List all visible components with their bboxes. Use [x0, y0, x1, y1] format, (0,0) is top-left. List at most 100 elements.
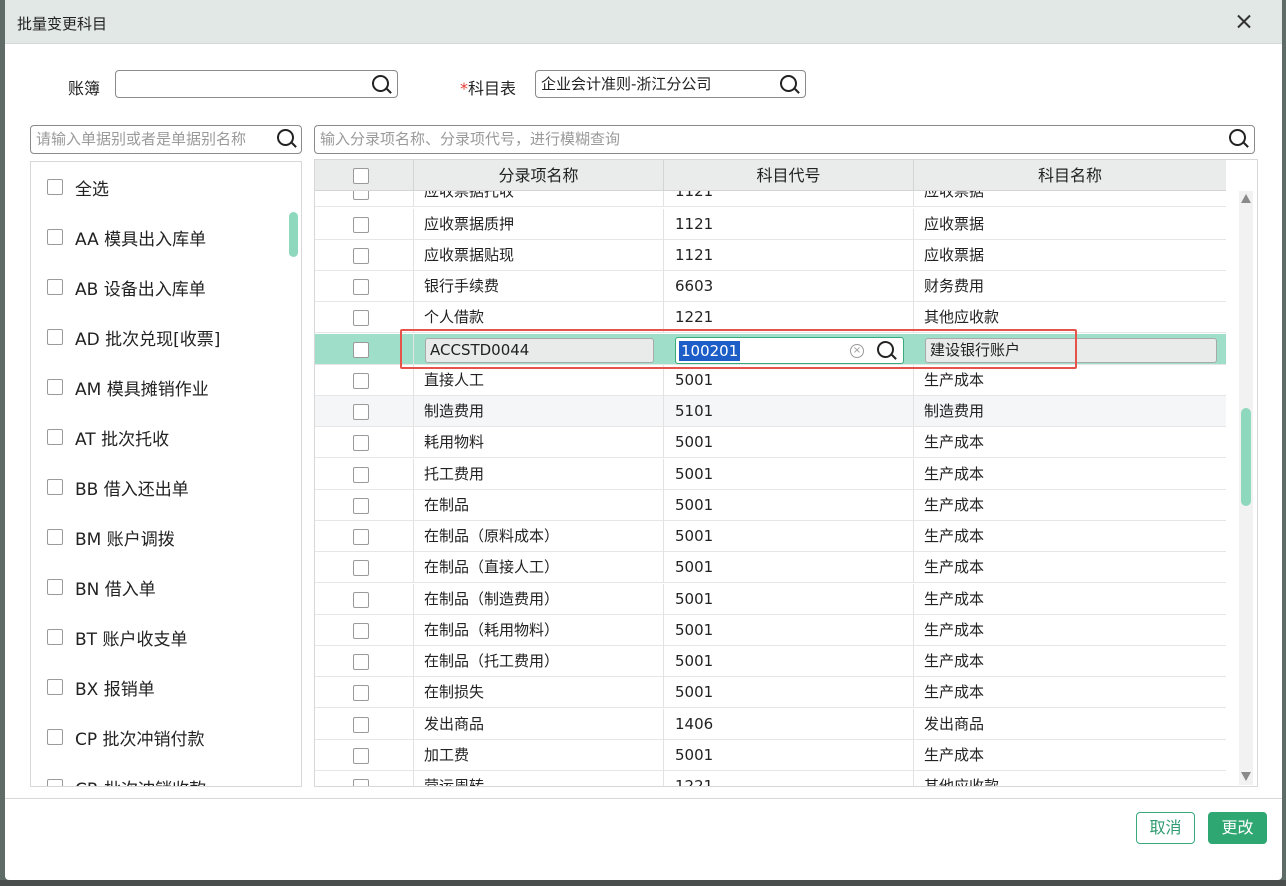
checkbox[interactable] — [353, 498, 369, 514]
left-search-placeholder: 请输入单据别或者是单据别名称 — [36, 130, 247, 148]
table-row[interactable]: 托工费用 5001 生产成本 — [315, 459, 1226, 490]
checkbox[interactable] — [47, 779, 63, 786]
checkbox[interactable] — [353, 435, 369, 451]
list-item[interactable]: AM 模具摊销作业 — [47, 373, 209, 401]
checkbox[interactable] — [353, 373, 369, 389]
list-item[interactable]: CR 批次冲销收款 — [47, 773, 206, 786]
dialog-title: 批量变更科目 — [17, 15, 108, 33]
table-header: 分录项名称 科目代号 科目名称 — [315, 160, 1226, 191]
close-icon[interactable] — [1232, 10, 1256, 34]
checkbox[interactable] — [353, 404, 369, 420]
checkbox[interactable] — [353, 248, 369, 264]
footer-divider — [5, 798, 1282, 799]
checkbox[interactable] — [353, 623, 369, 639]
table-row[interactable]: 应收票据质押 1121 应收票据 — [315, 209, 1226, 240]
checkbox[interactable] — [353, 654, 369, 670]
header-account-code: 科目代号 — [664, 160, 914, 191]
list-item[interactable]: BX 报销单 — [47, 673, 155, 701]
search-icon[interactable] — [780, 75, 800, 95]
checkbox[interactable] — [353, 310, 369, 326]
table-row[interactable]: 在制品（托工费用） 5001 生产成本 — [315, 646, 1226, 677]
checkbox[interactable] — [47, 679, 63, 695]
right-search-placeholder: 输入分录项名称、分录项代号，进行模糊查询 — [320, 130, 621, 148]
search-icon[interactable] — [1229, 129, 1249, 149]
ledger-input[interactable] — [115, 70, 398, 98]
checkbox[interactable] — [353, 592, 369, 608]
checkbox[interactable] — [47, 579, 63, 595]
checkbox[interactable] — [47, 429, 63, 445]
checkbox[interactable] — [353, 279, 369, 295]
backdrop — [0, 880, 1286, 886]
list-item[interactable]: BT 账户收支单 — [47, 623, 187, 651]
select-all-item[interactable]: 全选 — [47, 173, 109, 201]
list-item[interactable]: AB 设备出入库单 — [47, 273, 206, 301]
change-button[interactable]: 更改 — [1208, 812, 1267, 844]
search-icon[interactable] — [277, 129, 297, 149]
table-row[interactable]: 在制品（直接人工） 5001 生产成本 — [315, 552, 1226, 583]
checkbox[interactable] — [47, 529, 63, 545]
table-row[interactable]: 在制品（制造费用） 5001 生产成本 — [315, 584, 1226, 615]
account-mapping-table: 分录项名称 科目代号 科目名称 应收票据托收 1121 应收票据 应收票据质押 112… — [314, 159, 1258, 787]
table-row[interactable]: 直接人工 5001 生产成本 — [315, 365, 1226, 396]
checkbox[interactable] — [353, 342, 369, 358]
checkbox[interactable] — [353, 685, 369, 701]
left-search-input[interactable]: 请输入单据别或者是单据别名称 — [30, 125, 302, 154]
table-row[interactable]: 发出商品 1406 发出商品 — [315, 709, 1226, 740]
table-row[interactable]: 应收票据贴现 1121 应收票据 — [315, 240, 1226, 271]
table-row[interactable]: 银行手续费 6603 财务费用 — [315, 271, 1226, 302]
checkbox[interactable] — [47, 229, 63, 245]
table-row[interactable]: 在制品 5001 生产成本 — [315, 490, 1226, 521]
checkbox[interactable] — [353, 467, 369, 483]
table-row[interactable]: 加工费 5001 生产成本 — [315, 740, 1226, 771]
table-row[interactable]: 营运周转 1221 其他应收款 — [315, 771, 1226, 786]
checkbox[interactable] — [47, 629, 63, 645]
checkbox[interactable] — [47, 329, 63, 345]
chart-label-text: 科目表 — [468, 79, 517, 98]
table-scrollbar[interactable] — [1239, 191, 1253, 785]
list-item[interactable]: CP 批次冲销付款 — [47, 723, 205, 751]
list-item[interactable]: BM 账户调拨 — [47, 523, 175, 551]
checkbox[interactable] — [353, 717, 369, 733]
table-row[interactable]: 制造费用 5101 制造费用 — [315, 396, 1226, 427]
batch-change-account-dialog: 批量变更科目 账簿 *科目表 企业会计准则-浙江分公司 请输入单据别或者是单据别… — [5, 0, 1282, 880]
table-body: 应收票据托收 1121 应收票据 应收票据质押 1121 应收票据 应收票据贴现 1121… — [315, 191, 1226, 786]
header-entry-name: 分录项名称 — [414, 160, 664, 191]
table-row[interactable]: 在制品（耗用物料） 5001 生产成本 — [315, 615, 1226, 646]
checkbox[interactable] — [47, 479, 63, 495]
checkbox[interactable] — [353, 529, 369, 545]
list-item[interactable]: AD 批次兑现[收票] — [47, 323, 220, 351]
scroll-up-icon[interactable] — [1241, 194, 1251, 203]
ledger-label: 账簿 — [68, 79, 101, 98]
table-row[interactable]: 耗用物料 5001 生产成本 — [315, 427, 1226, 458]
checkbox[interactable] — [353, 168, 369, 184]
table-scrollbar-thumb[interactable] — [1241, 408, 1251, 506]
table-row[interactable]: 应收票据托收 1121 应收票据 — [315, 191, 1226, 207]
chart-of-accounts-input[interactable]: 企业会计准则-浙江分公司 — [535, 70, 806, 98]
chart-of-accounts-value: 企业会计准则-浙江分公司 — [541, 75, 712, 93]
search-icon[interactable] — [372, 75, 392, 95]
checkbox[interactable] — [353, 560, 369, 576]
checkbox[interactable] — [353, 748, 369, 764]
required-mark: * — [460, 79, 468, 98]
checkbox[interactable] — [47, 179, 63, 195]
header-select-all — [315, 160, 414, 191]
checkbox[interactable] — [47, 729, 63, 745]
chart-label: *科目表 — [460, 75, 516, 99]
list-item[interactable]: BN 借入单 — [47, 573, 156, 601]
checkbox[interactable] — [353, 779, 369, 786]
scroll-down-icon[interactable] — [1241, 772, 1251, 781]
cancel-button[interactable]: 取消 — [1136, 812, 1195, 844]
list-item[interactable]: AA 模具出入库单 — [47, 223, 206, 251]
left-scrollbar-thumb[interactable] — [289, 212, 298, 257]
checkbox[interactable] — [47, 279, 63, 295]
highlight-box — [400, 329, 1077, 369]
checkbox[interactable] — [353, 217, 369, 233]
checkbox[interactable] — [353, 191, 369, 200]
checkbox[interactable] — [47, 379, 63, 395]
right-search-input[interactable]: 输入分录项名称、分录项代号，进行模糊查询 — [314, 125, 1255, 154]
voucher-type-list: 全选 AA 模具出入库单 AB 设备出入库单 AD 批次兑现[收票] AM 模具… — [30, 161, 302, 787]
list-item[interactable]: BB 借入还出单 — [47, 473, 189, 501]
table-row[interactable]: 在制损失 5001 生产成本 — [315, 677, 1226, 708]
list-item[interactable]: AT 批次托收 — [47, 423, 169, 451]
table-row[interactable]: 在制品（原料成本） 5001 生产成本 — [315, 521, 1226, 552]
